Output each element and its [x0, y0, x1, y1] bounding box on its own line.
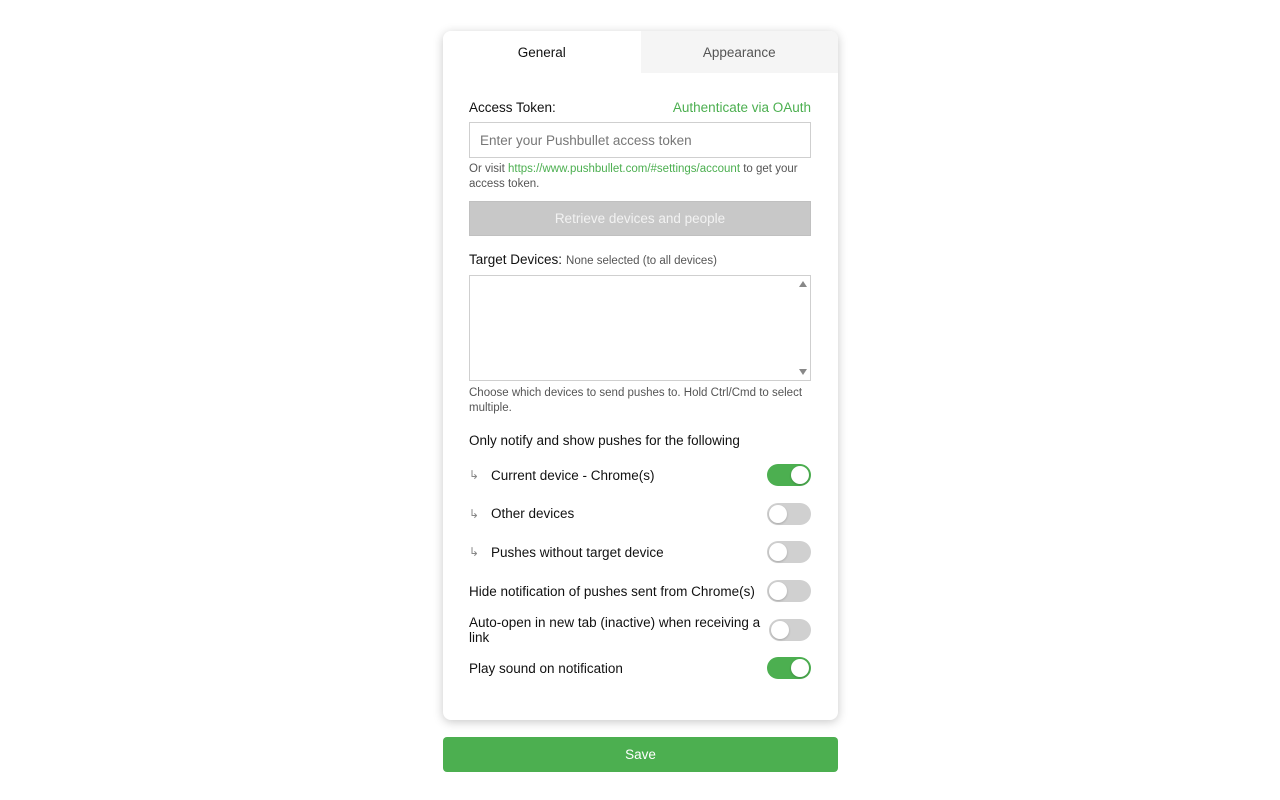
target-devices-hint: Choose which devices to send pushes to. …: [469, 387, 803, 414]
access-token-label: Access Token:: [469, 99, 556, 115]
scroll-down-arrow-icon[interactable]: [799, 369, 807, 375]
oauth-link[interactable]: Authenticate via OAuth: [673, 100, 811, 115]
tab-general[interactable]: General: [443, 31, 641, 73]
toggle-label-auto-open: Auto-open in new tab (inactive) when rec…: [469, 615, 769, 645]
toggle-list: ↳ Current device - Chrome(s) ↳ Other dev…: [469, 456, 811, 688]
access-token-header: Access Token: Authenticate via OAuth: [469, 99, 811, 115]
tab-appearance[interactable]: Appearance: [640, 31, 838, 73]
tab-bar: General Appearance: [443, 31, 838, 73]
notify-section-title: Only notify and show pushes for the foll…: [469, 433, 740, 448]
switch-knob: [769, 543, 787, 562]
toggle-text: Hide notification of pushes sent from Ch…: [469, 583, 755, 599]
access-token-input[interactable]: [469, 122, 811, 158]
target-devices-select[interactable]: [469, 275, 811, 381]
switch-knob: [791, 659, 809, 678]
retrieve-devices-button[interactable]: Retrieve devices and people: [469, 201, 811, 236]
target-devices-status: None selected (to all devices): [566, 255, 717, 267]
settings-account-link[interactable]: https://www.pushbullet.com/#settings/acc…: [508, 163, 740, 175]
target-devices-label: Target Devices:: [469, 252, 563, 267]
toggle-row-other-devices: ↳ Other devices: [469, 495, 811, 534]
toggle-text: Play sound on notification: [469, 660, 623, 676]
toggle-row-hide-own: Hide notification of pushes sent from Ch…: [469, 572, 811, 611]
toggle-row-no-target: ↳ Pushes without target device: [469, 533, 811, 572]
save-button[interactable]: Save: [443, 737, 838, 772]
current-device-switch[interactable]: [767, 464, 811, 487]
sub-arrow-icon: ↳: [469, 468, 480, 483]
toggle-row-play-sound: Play sound on notification: [469, 649, 811, 688]
general-panel: Access Token: Authenticate via OAuth Or …: [469, 73, 811, 688]
switch-knob: [769, 504, 787, 523]
sub-arrow-icon: ↳: [469, 545, 480, 560]
sub-arrow-icon: ↳: [469, 506, 480, 521]
switch-knob: [771, 620, 790, 639]
access-token-hint: Or visit https://www.pushbullet.com/#set…: [469, 162, 811, 192]
scroll-up-arrow-icon[interactable]: [799, 281, 807, 287]
target-devices-header: Target Devices: None selected (to all de…: [469, 252, 811, 268]
settings-card: General Appearance Access Token: Authent…: [443, 31, 838, 720]
hint-prefix: Or visit: [469, 163, 508, 175]
toggle-label-hide-own: Hide notification of pushes sent from Ch…: [469, 584, 755, 599]
other-devices-switch[interactable]: [767, 502, 811, 525]
hide-own-pushes-switch[interactable]: [767, 580, 811, 603]
toggle-text: Other devices: [491, 506, 575, 522]
toggle-row-auto-open: Auto-open in new tab (inactive) when rec…: [469, 610, 811, 649]
toggle-text: Auto-open in new tab (inactive) when rec…: [469, 614, 761, 645]
toggle-row-current-device: ↳ Current device - Chrome(s): [469, 456, 811, 495]
toggle-label-no-target: ↳ Pushes without target device: [469, 545, 664, 560]
no-target-switch[interactable]: [767, 541, 811, 564]
auto-open-switch[interactable]: [769, 618, 811, 641]
switch-knob: [791, 466, 809, 485]
toggle-text: Current device - Chrome(s): [491, 467, 655, 483]
toggle-text: Pushes without target device: [491, 544, 664, 560]
toggle-label-other-devices: ↳ Other devices: [469, 506, 574, 521]
toggle-label-current-device: ↳ Current device - Chrome(s): [469, 468, 655, 483]
play-sound-switch[interactable]: [767, 657, 811, 680]
toggle-label-play-sound: Play sound on notification: [469, 661, 623, 676]
switch-knob: [769, 582, 787, 601]
